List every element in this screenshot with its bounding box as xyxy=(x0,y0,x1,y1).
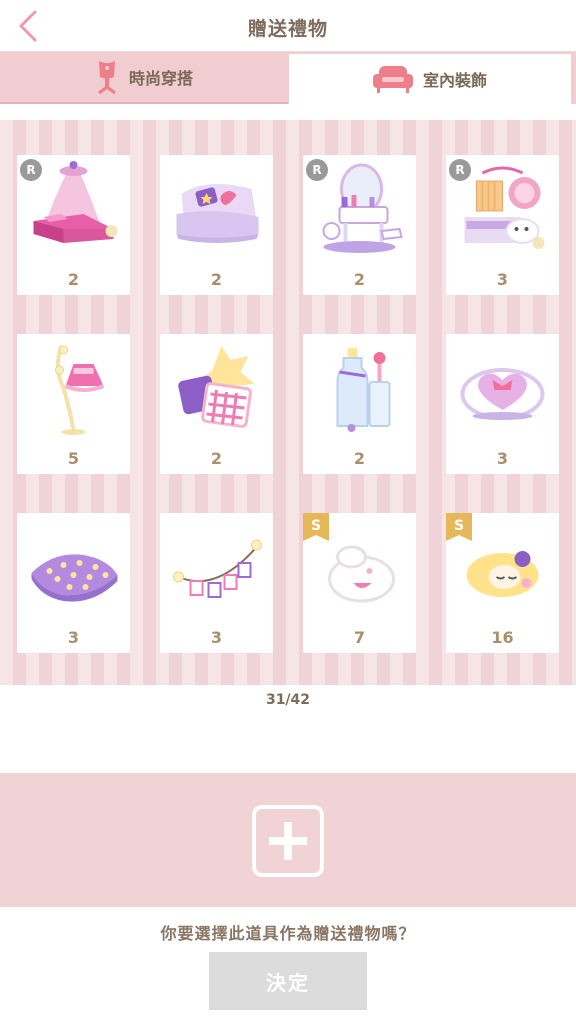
sofa-icon xyxy=(372,66,413,93)
bottle-decor-icon xyxy=(336,348,391,432)
confirm-question: 你要選擇此道具作為贈送禮物嗎？ xyxy=(160,924,416,943)
item-card-photo-garland[interactable]: 3 xyxy=(160,513,273,653)
cushion-pile-icon xyxy=(178,346,255,428)
page-indicator: 31/42 xyxy=(265,692,311,708)
item-count: 3 xyxy=(496,449,509,468)
item-count: 2 xyxy=(67,270,80,289)
rarity-badge-s: S xyxy=(446,513,472,541)
tab-edge xyxy=(571,52,576,104)
dotted-cushion-icon xyxy=(31,554,118,602)
item-card-dotted-cushion[interactable]: 3 xyxy=(17,513,130,653)
tab-interior[interactable]: 室內裝飾 xyxy=(289,54,571,104)
item-card-plush-bunny[interactable]: S 7 xyxy=(303,513,416,653)
tab-interior-label: 室內裝飾 xyxy=(422,71,487,90)
item-count: 3 xyxy=(67,628,80,647)
item-card-floor-lamp[interactable]: 5 xyxy=(17,334,130,474)
item-card-bottle-decor[interactable]: 2 xyxy=(303,334,416,474)
item-count: 2 xyxy=(353,449,366,468)
item-count: 2 xyxy=(210,270,223,289)
selected-gift-slot xyxy=(0,773,576,907)
top-bar: 贈送禮物 xyxy=(0,0,576,52)
item-card-sleeping-doll[interactable]: S 16 xyxy=(446,513,559,653)
item-card-sofa[interactable]: 2 xyxy=(160,155,273,295)
rarity-badge-r: R xyxy=(20,159,42,181)
tab-fashion[interactable]: 時尚穿搭 xyxy=(0,52,288,104)
tab-fashion-label: 時尚穿搭 xyxy=(128,69,193,88)
item-count: 3 xyxy=(496,270,509,289)
item-count: 16 xyxy=(491,628,514,647)
rarity-badge-s: S xyxy=(303,513,329,541)
item-count: 7 xyxy=(353,628,366,647)
floor-lamp-icon xyxy=(55,345,105,435)
add-gift-button[interactable] xyxy=(252,805,324,877)
badge-s-label: S xyxy=(311,518,321,534)
item-count: 3 xyxy=(210,628,223,647)
item-count: 2 xyxy=(210,449,223,468)
item-card-vanity-table[interactable]: R 2 xyxy=(303,155,416,295)
item-card-cushion-pile[interactable]: 2 xyxy=(160,334,273,474)
page-title: 贈送禮物 xyxy=(247,18,328,40)
sofa-item-icon xyxy=(176,184,259,243)
item-card-heart-cushion[interactable]: 3 xyxy=(446,334,559,474)
category-tabs: 時尚穿搭 室內裝飾 xyxy=(0,52,576,104)
item-grid: R 2 2 R 2 R 3 5 2 2 3 3 3 S 7 S 16 xyxy=(0,120,576,685)
item-count: 5 xyxy=(67,449,80,468)
item-card-canopy-bed[interactable]: R 2 xyxy=(17,155,130,295)
item-count: 2 xyxy=(353,270,366,289)
mannequin-icon xyxy=(98,61,116,95)
badge-s-label: S xyxy=(454,518,464,534)
heart-cushion-icon xyxy=(460,368,545,420)
item-card-wardrobe-set[interactable]: R 3 xyxy=(446,155,559,295)
rarity-badge-r: R xyxy=(306,159,328,181)
confirm-button[interactable]: 決定 xyxy=(209,952,367,1010)
photo-garland-icon xyxy=(173,539,262,598)
rarity-badge-r: R xyxy=(449,159,471,181)
